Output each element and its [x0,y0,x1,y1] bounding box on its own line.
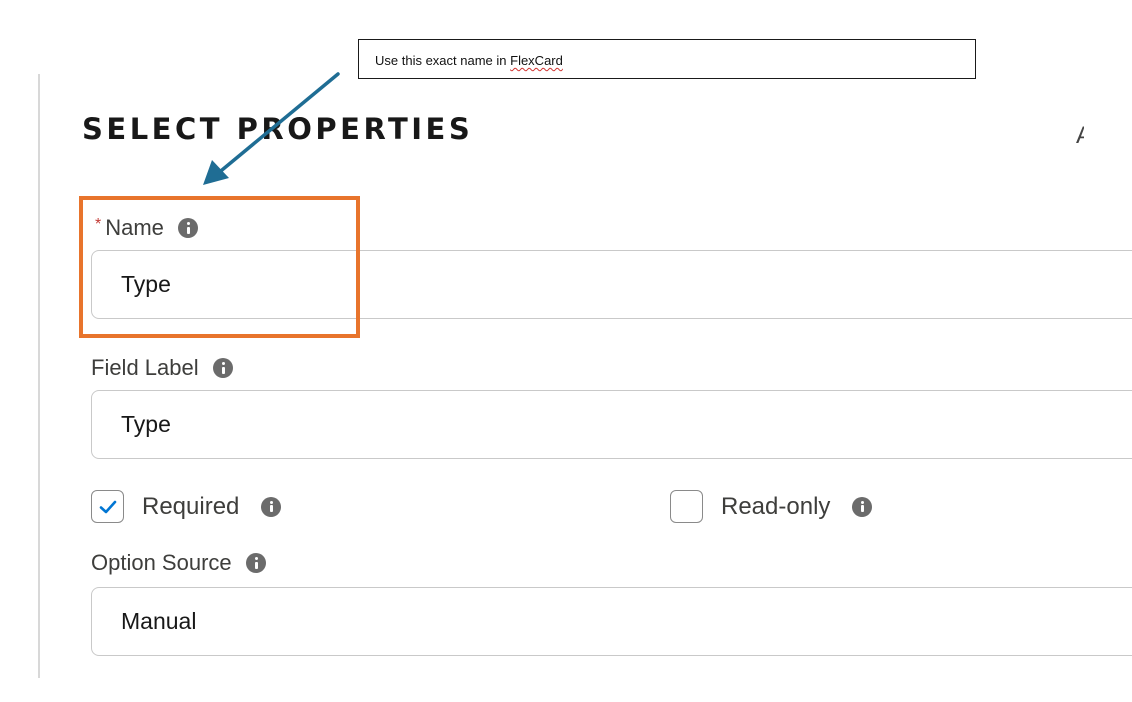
read-only-checkbox-row[interactable]: Read-only [670,490,873,523]
option-source-select[interactable]: Manual [91,587,1132,656]
required-checkbox-label: Required [142,492,240,520]
field-label-input-value: Type [121,411,171,437]
name-input[interactable]: Type [91,250,1132,319]
info-icon[interactable] [245,553,266,573]
annotation-note-flexcard: FlexCard [510,53,563,68]
annotation-note: Use this exact name in FlexCard [375,53,563,68]
panel-divider [38,74,40,678]
annotation-callout-box: Use this exact name in FlexCard [358,39,976,79]
info-icon[interactable] [261,496,282,517]
option-source-value: Manual [121,608,197,634]
option-source-label: Option Source [91,550,266,576]
read-only-checkbox[interactable] [670,490,703,523]
checkmark-icon [99,500,116,513]
field-label-input[interactable]: Type [91,390,1132,459]
read-only-checkbox-label: Read-only [721,492,831,520]
name-input-value: Type [121,271,171,297]
cut-off-header-text: A [1076,122,1084,150]
info-icon[interactable] [852,496,873,517]
required-checkbox[interactable] [91,490,124,523]
section-title: SELECT PROPERTIES [82,112,474,146]
field-label-label: Field Label [91,355,233,381]
option-source-label-text: Option Source [91,550,232,575]
annotation-note-prefix: Use this exact name in [375,53,511,68]
info-icon[interactable] [177,218,198,238]
annotation-arrow-head [203,160,229,185]
name-label-text: Name [105,215,164,240]
required-asterisk: * [95,216,102,233]
select-properties-panel: Use this exact name in FlexCard SELECT P… [0,0,1132,702]
required-checkbox-row[interactable]: Required [91,490,282,523]
info-icon[interactable] [212,358,233,378]
name-field-label: * Name [95,215,198,241]
field-label-label-text: Field Label [91,355,199,380]
